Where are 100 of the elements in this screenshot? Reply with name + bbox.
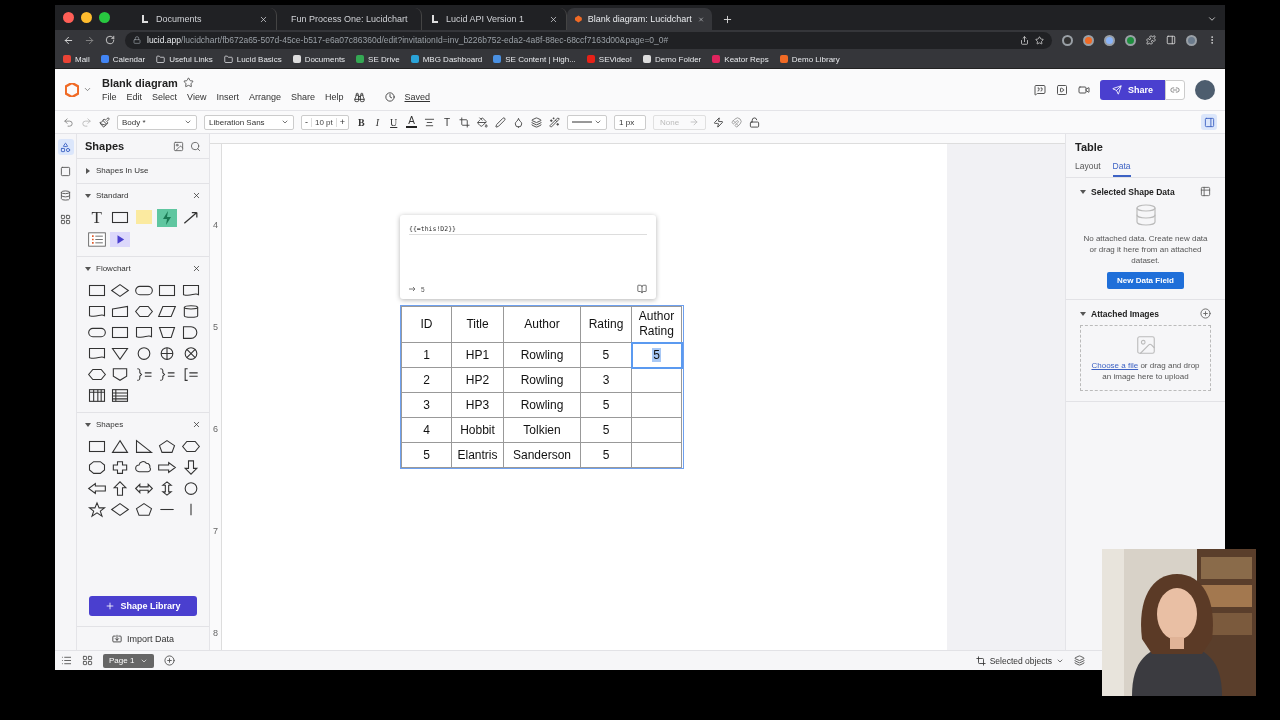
magic-wand-icon[interactable] [549, 116, 561, 128]
star-icon[interactable] [86, 501, 107, 518]
right-arrow-icon[interactable] [157, 459, 178, 476]
hexagon-icon[interactable] [133, 303, 154, 320]
rectangle-icon[interactable] [157, 282, 178, 299]
shapes-button[interactable] [57, 139, 74, 155]
book-icon[interactable] [637, 284, 647, 294]
shape-library-button[interactable]: Shape Library [89, 596, 197, 616]
table-icon[interactable] [1200, 186, 1211, 197]
new-data-field-button[interactable]: New Data Field [1107, 272, 1184, 289]
binoculars-icon[interactable] [353, 91, 365, 103]
menu-item[interactable]: Share [290, 92, 315, 102]
table-cell[interactable] [631, 367, 682, 393]
caret-icon[interactable] [85, 266, 91, 271]
minimize-window-button[interactable] [81, 12, 92, 23]
reload-icon[interactable] [105, 35, 115, 45]
panel-tab[interactable]: Layout [1075, 161, 1101, 177]
close-icon[interactable] [192, 191, 201, 200]
pen-icon[interactable] [495, 116, 507, 128]
bookmark[interactable]: SE Content | High... [493, 54, 576, 64]
document-icon[interactable] [133, 324, 154, 341]
table-cell[interactable]: Rowling [503, 367, 581, 393]
list-icon[interactable] [110, 387, 131, 404]
bookmark[interactable]: Useful Links [156, 54, 213, 64]
choose-file-link[interactable]: Choose a file [1091, 361, 1139, 370]
forward-icon[interactable] [84, 34, 95, 46]
bookmark[interactable]: SEVideo! [586, 54, 633, 64]
down-triangle-icon[interactable] [110, 345, 131, 362]
table-shape[interactable]: ID Title Author Rating Author Rating 1 HP1 Rowling 5 5 2 HP2 Rowling 3 3 HP3 Rowling 5 4 Hobbit Tolkien 5 5 Elantris Sanderson 5 [400, 305, 684, 469]
octagon-icon[interactable] [86, 459, 107, 476]
rectangle-icon[interactable] [110, 209, 131, 226]
menu-item[interactable]: Select [152, 92, 178, 102]
font-size-field[interactable]: 10 pt [311, 117, 337, 127]
caret-icon[interactable] [86, 167, 90, 174]
diamond-icon[interactable] [110, 501, 131, 518]
table-cell[interactable]: HP1 [451, 342, 504, 368]
table-cell[interactable]: Rowling [503, 392, 581, 418]
extension-icon[interactable] [1062, 34, 1073, 46]
layers-icon[interactable] [1074, 655, 1085, 666]
document-icon[interactable] [86, 345, 107, 362]
image-icon[interactable] [173, 140, 184, 152]
bookmark[interactable]: Demo Folder [643, 54, 702, 64]
font-dropdown[interactable]: Liberation Sans [204, 114, 294, 130]
table-cell[interactable]: HP3 [451, 392, 504, 418]
play-icon[interactable] [110, 231, 131, 248]
right-triangle-icon[interactable] [133, 438, 154, 455]
menu-item[interactable]: Edit [126, 92, 143, 102]
diamond-icon[interactable] [110, 282, 131, 299]
user-avatar[interactable] [1195, 79, 1215, 100]
present-icon[interactable] [1056, 83, 1068, 96]
bookmark[interactable]: Calendar [100, 54, 146, 64]
close-icon[interactable] [192, 264, 201, 273]
close-icon[interactable] [192, 420, 201, 429]
inverted-trapezoid-icon[interactable] [157, 324, 178, 341]
style-dropdown[interactable]: Body * [117, 114, 197, 130]
close-window-button[interactable] [63, 12, 74, 23]
increase-font-button[interactable]: + [336, 117, 349, 127]
table-cell[interactable]: 5 [580, 442, 632, 468]
lucid-logo-icon[interactable] [65, 82, 79, 97]
checklist-icon[interactable] [86, 231, 107, 248]
profile-avatar[interactable] [1186, 34, 1197, 46]
table-cell[interactable]: 5 [580, 392, 632, 418]
table-cell[interactable]: Elantris [451, 442, 504, 468]
bookmark[interactable]: Demo Library [779, 54, 840, 64]
lightning-icon[interactable] [157, 209, 178, 227]
bookmark[interactable]: Documents [292, 54, 346, 64]
caret-icon[interactable] [1080, 189, 1086, 194]
fill-icon[interactable] [477, 116, 489, 128]
pentagon-icon[interactable] [157, 438, 178, 455]
layers-icon[interactable] [531, 116, 543, 128]
hexagon-icon[interactable] [86, 366, 107, 383]
table-cell[interactable]: 5 [631, 342, 682, 368]
table-cell[interactable]: Tolkien [503, 417, 581, 443]
document-title[interactable]: Blank diagram [102, 76, 178, 89]
caret-icon[interactable] [85, 193, 91, 198]
menu-item[interactable]: Insert [216, 92, 239, 102]
pentagon-icon[interactable] [133, 501, 154, 518]
caret-icon[interactable] [1080, 311, 1086, 316]
list-icon[interactable] [61, 655, 72, 666]
extension-icon[interactable] [1104, 34, 1115, 46]
address-bar[interactable]: lucid.app/lucidchart/fb672a65-507d-45ce-b517-e6a07c86360d/edit?invitationId=inv_b226b752-eda2-4a8f-88ec-68ccf7163d00&page=0_0# [125, 31, 1052, 49]
section-title[interactable]: Selected Shape Data [1091, 186, 1195, 197]
saved-status[interactable]: Saved [404, 92, 431, 102]
table-cell[interactable] [631, 442, 682, 468]
section-title[interactable]: Attached Images [1091, 308, 1195, 319]
table-cell[interactable]: 4 [401, 417, 452, 443]
lock-icon[interactable] [749, 116, 761, 128]
search-icon[interactable] [190, 140, 201, 152]
extension-icon[interactable] [1125, 34, 1136, 46]
document-icon[interactable] [86, 303, 107, 320]
bookmark[interactable]: Lucid Basics [223, 54, 282, 64]
table-cell[interactable]: 3 [580, 367, 632, 393]
table-cell[interactable] [631, 417, 682, 443]
close-icon[interactable] [259, 14, 268, 24]
maximize-window-button[interactable] [99, 12, 110, 23]
hexagon-icon[interactable] [180, 438, 201, 455]
bookmark[interactable]: Mail [63, 54, 90, 64]
close-icon[interactable] [549, 14, 558, 24]
table-cell[interactable]: Rowling [503, 342, 581, 368]
new-tab-icon[interactable] [722, 14, 733, 25]
